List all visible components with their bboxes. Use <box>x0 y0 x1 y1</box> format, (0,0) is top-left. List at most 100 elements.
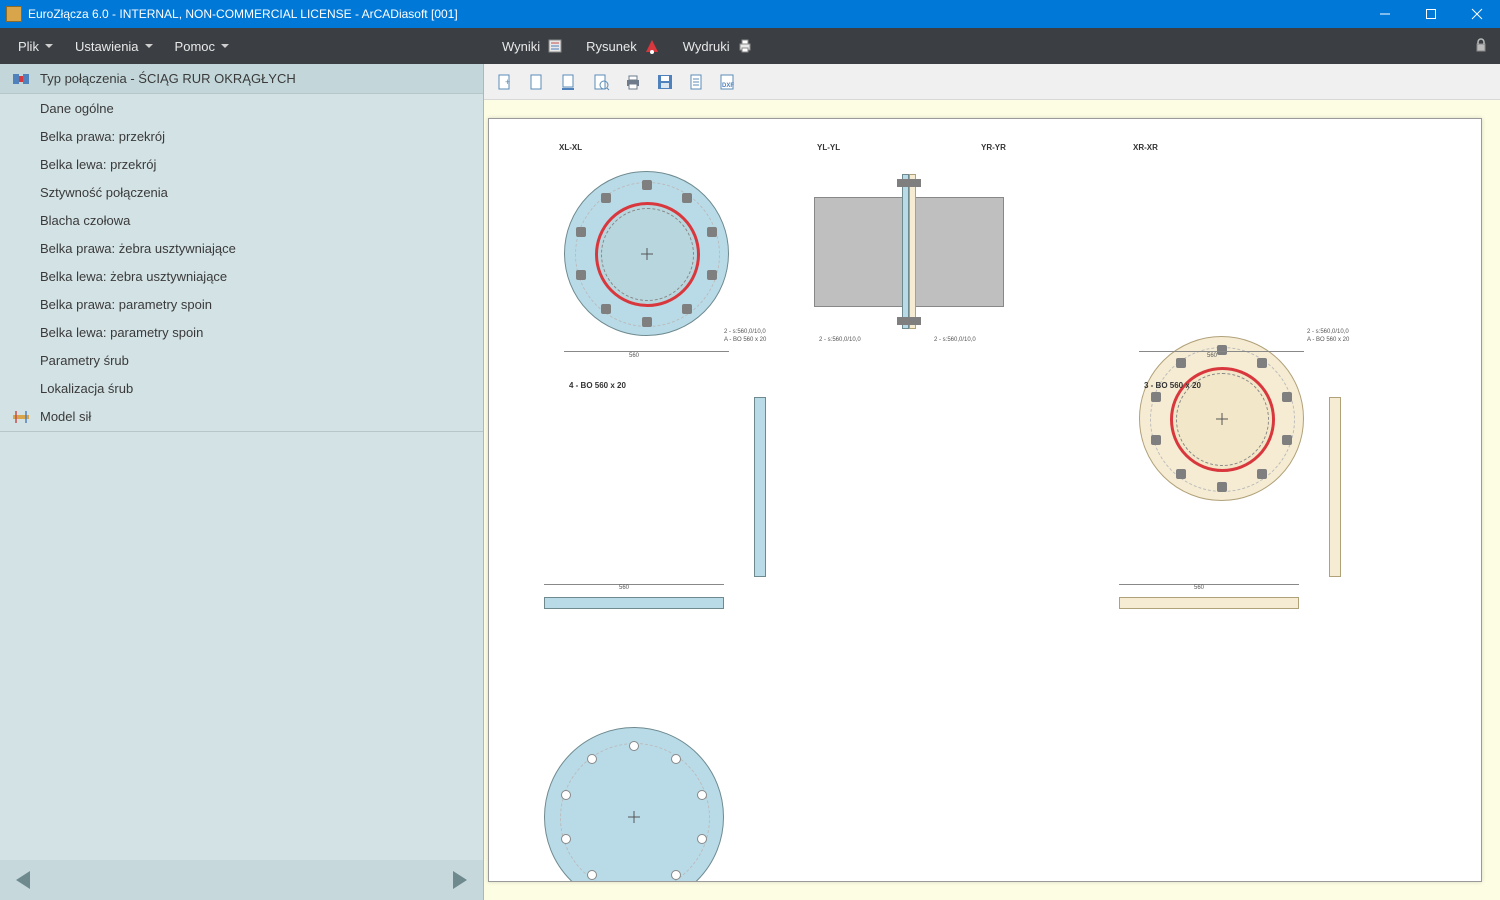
drawing-toolbar: + DXF <box>484 64 1500 100</box>
view-tag-xr: XR-XR <box>1133 143 1158 152</box>
tool-page-underline[interactable] <box>558 71 580 93</box>
view-tag-yr: YR-YR <box>981 143 1006 152</box>
plate-right-side <box>1329 397 1341 577</box>
callout-xl-2: A - BO 560 x 20 <box>724 337 766 343</box>
sidebar-item-belka-lewa-przekroj[interactable]: Belka lewa: przekrój <box>0 150 483 178</box>
callout-xl-1: 2 - s:560,0/10,0 <box>724 329 766 335</box>
callout-y-1: 2 - s:560,0/10,0 <box>819 337 861 343</box>
sidebar-item-label: Dane ogólne <box>40 101 114 116</box>
plate-left <box>902 174 909 329</box>
print-icon <box>736 37 754 55</box>
sidebar-item-belka-lewa-zebra[interactable]: Belka lewa: żebra usztywniające <box>0 262 483 290</box>
nav-prev-button[interactable] <box>16 871 30 889</box>
callout-xr-1: 2 - s:560,0/10,0 <box>1307 329 1349 335</box>
plate-left-side <box>754 397 766 577</box>
dim-xl: 560 <box>629 353 639 359</box>
right-menu: Wyniki Rysunek Wydruki <box>484 28 1500 64</box>
menu-label: Plik <box>18 39 39 54</box>
window-title: EuroZłącza 6.0 - INTERNAL, NON-COMMERCIA… <box>28 7 458 21</box>
canvas-wrap: XL-XL 2 - s:560,0/10,0 A - BO 560 x 20 5… <box>484 100 1500 900</box>
plate-right <box>909 174 916 329</box>
sidebar-item-label: Belka lewa: żebra usztywniające <box>40 269 227 284</box>
minimize-button[interactable] <box>1362 0 1408 28</box>
dim-xr: 560 <box>1207 353 1217 359</box>
menu-wydruki[interactable]: Wydruki <box>675 33 762 59</box>
lock-icon[interactable] <box>1472 36 1490 54</box>
menu-label: Pomoc <box>175 39 215 54</box>
main-split: Typ połączenia - ŚCIĄG RUR OKRĄGŁYCH Dan… <box>0 64 1500 900</box>
sidebar-item-label: Sztywność połączenia <box>40 185 168 200</box>
sidebar-item-belka-prawa-spoiny[interactable]: Belka prawa: parametry spoin <box>0 290 483 318</box>
view-tag-yl: YL-YL <box>817 143 840 152</box>
nav-next-button[interactable] <box>453 871 467 889</box>
tool-save[interactable] <box>654 71 676 93</box>
sidebar-item-blacha-czolowa[interactable]: Blacha czołowa <box>0 206 483 234</box>
drawing-canvas[interactable]: XL-XL 2 - s:560,0/10,0 A - BO 560 x 20 5… <box>488 118 1482 882</box>
flange-left-outer <box>564 171 729 336</box>
menu-ustawienia[interactable]: Ustawienia <box>67 35 161 58</box>
sidebar-header-label: Typ połączenia - ŚCIĄG RUR OKRĄGŁYCH <box>40 71 296 86</box>
menu-wyniki[interactable]: Wyniki <box>494 33 572 59</box>
sidebar-header-typ[interactable]: Typ połączenia - ŚCIĄG RUR OKRĄGŁYCH <box>0 64 483 94</box>
menu-rysunek[interactable]: Rysunek <box>578 33 669 59</box>
menu-label: Wydruki <box>683 39 730 54</box>
bolt-top <box>897 179 921 187</box>
drawing-icon <box>643 37 661 55</box>
callout-xr-2: A - BO 560 x 20 <box>1307 337 1349 343</box>
sidebar-item-parametry-srub[interactable]: Parametry śrub <box>0 346 483 374</box>
menu-label: Rysunek <box>586 39 637 54</box>
dim-bl: 560 <box>619 585 629 591</box>
menu-label: Wyniki <box>502 39 540 54</box>
sidebar-item-label: Belka prawa: przekrój <box>40 129 165 144</box>
dim-br: 560 <box>1194 585 1204 591</box>
close-button[interactable] <box>1454 0 1500 28</box>
tool-page-zoom[interactable] <box>590 71 612 93</box>
content-pane: + DXF XL-XL 2 - s:560,0/10,0 A - BO 56 <box>484 64 1500 900</box>
sidebar-item-sztywnosc[interactable]: Sztywność połączenia <box>0 178 483 206</box>
sidebar: Typ połączenia - ŚCIĄG RUR OKRĄGŁYCH Dan… <box>0 64 484 900</box>
sidebar-item-belka-lewa-spoiny[interactable]: Belka lewa: parametry spoin <box>0 318 483 346</box>
left-menu: Plik Ustawienia Pomoc <box>0 28 484 64</box>
tool-printer[interactable] <box>622 71 644 93</box>
svg-text:DXF: DXF <box>722 83 734 89</box>
maximize-button[interactable] <box>1408 0 1454 28</box>
view-tag-bl: 4 - BO 560 x 20 <box>569 381 626 390</box>
flange-right-outer <box>1139 336 1304 501</box>
sidebar-item-label: Parametry śrub <box>40 353 129 368</box>
plate-left-front <box>544 727 724 882</box>
svg-text:+: + <box>505 77 510 87</box>
tool-page-lines[interactable] <box>686 71 708 93</box>
menu-plik[interactable]: Plik <box>10 35 61 58</box>
sidebar-item-lokalizacja-srub[interactable]: Lokalizacja śrub <box>0 374 483 402</box>
plate-left-edge <box>544 597 724 609</box>
chevron-down-icon <box>145 44 153 48</box>
sidebar-item-label: Belka prawa: parametry spoin <box>40 297 212 312</box>
bolt-bottom <box>897 317 921 325</box>
forces-icon <box>12 408 30 426</box>
menu-pomoc[interactable]: Pomoc <box>167 35 237 58</box>
connection-type-icon <box>12 70 30 88</box>
sidebar-item-belka-prawa-przekroj[interactable]: Belka prawa: przekrój <box>0 122 483 150</box>
menu-bar-row: Plik Ustawienia Pomoc Wyniki Rysunek Wyd… <box>0 28 1500 64</box>
sidebar-item-label: Belka lewa: parametry spoin <box>40 325 203 340</box>
sidebar-footer-nav <box>0 860 483 900</box>
sidebar-header-label: Model sił <box>40 409 91 424</box>
view-tag-br: 3 - BO 560 x 20 <box>1144 381 1201 390</box>
tool-dxf[interactable]: DXF <box>718 71 740 93</box>
sidebar-item-label: Belka prawa: żebra usztywniające <box>40 241 236 256</box>
tube-left <box>814 197 904 307</box>
sidebar-item-label: Blacha czołowa <box>40 213 130 228</box>
callout-y-2: 2 - s:560,0/10,0 <box>934 337 976 343</box>
tool-blank-page[interactable] <box>526 71 548 93</box>
chevron-down-icon <box>45 44 53 48</box>
view-tag-xl: XL-XL <box>559 143 582 152</box>
sidebar-item-dane-ogolne[interactable]: Dane ogólne <box>0 94 483 122</box>
tube-right <box>914 197 1004 307</box>
app-icon <box>6 6 22 22</box>
sidebar-item-belka-prawa-zebra[interactable]: Belka prawa: żebra usztywniające <box>0 234 483 262</box>
title-bar: EuroZłącza 6.0 - INTERNAL, NON-COMMERCIA… <box>0 0 1500 28</box>
tool-new-page[interactable]: + <box>494 71 516 93</box>
results-icon <box>546 37 564 55</box>
sidebar-item-label: Belka lewa: przekrój <box>40 157 156 172</box>
sidebar-header-model-sil[interactable]: Model sił <box>0 402 483 432</box>
